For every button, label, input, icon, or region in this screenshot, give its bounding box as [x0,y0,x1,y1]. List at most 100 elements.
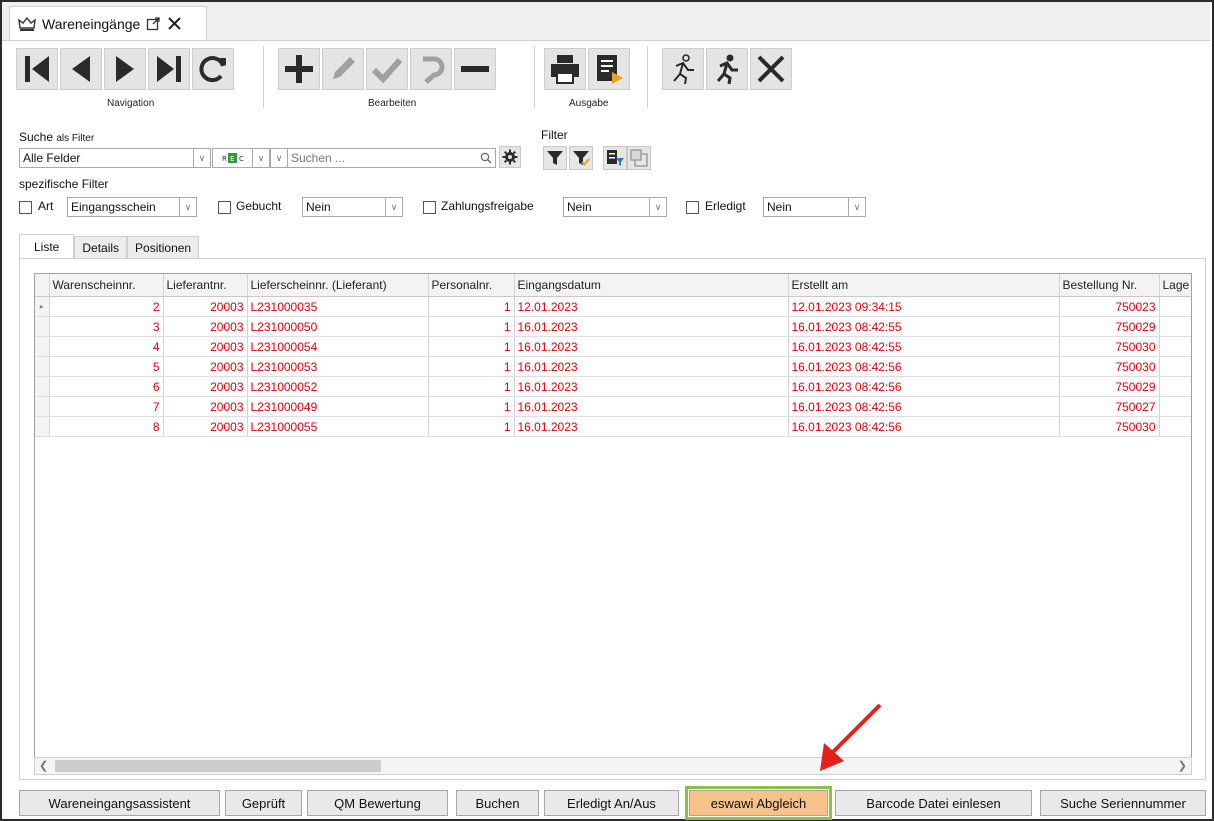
column-header[interactable]: Erstellt am [788,274,1060,297]
erledigt-checkbox[interactable] [686,201,699,214]
filter-grid-button[interactable] [627,146,651,170]
suche-seriennummer-button[interactable]: Suche Seriennummer [1040,790,1206,816]
filter-check-button[interactable] [569,146,593,170]
table-cell[interactable]: 750023 [1059,296,1160,317]
table-cell[interactable]: 16.01.2023 [514,316,789,337]
table-cell[interactable]: 750030 [1059,356,1160,377]
table-cell[interactable]: 20003 [163,416,248,437]
next-record-button[interactable] [104,48,146,90]
table-cell[interactable]: 20003 [163,376,248,397]
table-cell[interactable]: L231000035 [247,296,429,317]
erledigt-toggle-button[interactable]: Erledigt An/Aus [544,790,679,816]
table-cell[interactable]: 20003 [163,336,248,357]
close-tab-icon[interactable] [167,16,182,31]
export-button[interactable] [588,48,630,90]
table-cell[interactable] [1159,416,1191,437]
table-cell[interactable]: 1 [428,336,515,357]
buchen-button[interactable]: Buchen [456,790,539,816]
table-cell[interactable]: 750027 [1059,396,1160,417]
table-cell[interactable]: 16.01.2023 [514,396,789,417]
table-cell[interactable] [1159,296,1191,317]
table-cell[interactable]: 16.01.2023 [514,376,789,397]
table-cell[interactable] [1159,316,1191,337]
tab-details[interactable]: Details [74,236,128,258]
zahlungsfreigabe-select[interactable]: Nein ∨ [563,197,667,217]
run-button[interactable] [662,48,704,90]
table-cell[interactable]: 6 [49,376,164,397]
table-row[interactable]: 8 20003 L231000055 1 16.01.2023 16.01.20… [35,416,1191,437]
table-cell[interactable]: L231000049 [247,396,429,417]
table-cell[interactable]: L231000050 [247,316,429,337]
table-cell[interactable]: 750030 [1059,416,1160,437]
table-cell[interactable]: 2 [49,296,164,317]
table-row[interactable]: 7 20003 L231000049 1 16.01.2023 16.01.20… [35,396,1191,417]
print-button[interactable] [544,48,586,90]
tab-liste[interactable]: Liste [19,234,75,258]
table-cell[interactable]: 1 [428,376,515,397]
delete-record-button[interactable] [454,48,496,90]
table-cell[interactable]: 16.01.2023 [514,336,789,357]
scroll-right-icon[interactable]: ❯ [1178,759,1187,772]
table-row[interactable]: 4 20003 L231000054 1 16.01.2023 16.01.20… [35,336,1191,357]
table-cell[interactable]: 5 [49,356,164,377]
apply-filter-button[interactable] [543,146,567,170]
search-mode-select[interactable]: REC ∨ [212,148,270,168]
column-header[interactable]: Warenscheinnr. [49,274,164,297]
gebucht-checkbox[interactable] [218,201,231,214]
refresh-button[interactable] [192,48,234,90]
tab-positionen[interactable]: Positionen [127,236,200,258]
table-cell[interactable] [1159,376,1191,397]
records-grid[interactable]: Warenscheinnr. Lieferantnr. Lieferschein… [34,273,1192,759]
table-cell[interactable]: L231000054 [247,336,429,357]
last-record-button[interactable] [148,48,190,90]
table-row[interactable]: ▸ 2 20003 L231000035 1 12.01.2023 12.01.… [35,296,1191,317]
table-cell[interactable]: 750029 [1059,376,1160,397]
table-cell[interactable] [1159,356,1191,377]
table-cell[interactable]: 16.01.2023 [514,356,789,377]
barcode-import-button[interactable]: Barcode Datei einlesen [835,790,1032,816]
table-cell[interactable]: 1 [428,396,515,417]
table-row[interactable]: 3 20003 L231000050 1 16.01.2023 16.01.20… [35,316,1191,337]
scroll-left-icon[interactable]: ❮ [39,759,48,772]
edit-record-button[interactable] [322,48,364,90]
table-cell[interactable] [1159,396,1191,417]
table-cell[interactable]: 16.01.2023 08:42:56 [788,376,1060,397]
table-cell[interactable]: 750030 [1059,336,1160,357]
table-cell[interactable]: 20003 [163,316,248,337]
qm-bewertung-button[interactable]: QM Bewertung [307,790,448,816]
table-cell[interactable]: 1 [428,416,515,437]
table-cell[interactable]: 16.01.2023 08:42:56 [788,396,1060,417]
save-record-button[interactable] [366,48,408,90]
table-cell[interactable]: 12.01.2023 09:34:15 [788,296,1060,317]
table-row[interactable]: 6 20003 L231000052 1 16.01.2023 16.01.20… [35,376,1191,397]
column-header[interactable]: Eingangsdatum [514,274,789,297]
table-cell[interactable]: L231000055 [247,416,429,437]
art-select[interactable]: Eingangsschein ∨ [67,197,197,217]
table-cell[interactable]: 8 [49,416,164,437]
document-tab[interactable]: Wareneingänge [9,6,207,40]
geprueft-button[interactable]: Geprüft [225,790,302,816]
table-cell[interactable]: 3 [49,316,164,337]
table-cell[interactable]: 16.01.2023 08:42:55 [788,336,1060,357]
table-cell[interactable]: 7 [49,396,164,417]
column-header[interactable]: Lieferscheinnr. (Lieferant) [247,274,429,297]
search-field-select[interactable]: Alle Felder ∨ [19,148,211,168]
table-cell[interactable]: 20003 [163,296,248,317]
table-cell[interactable]: 1 [428,356,515,377]
column-header[interactable]: Bestellung Nr. [1059,274,1160,297]
search-settings-button[interactable] [499,146,521,168]
table-cell[interactable]: 4 [49,336,164,357]
add-record-button[interactable] [278,48,320,90]
table-cell[interactable]: 1 [428,296,515,317]
search-icon[interactable] [477,152,495,164]
table-cell[interactable]: 12.01.2023 [514,296,789,317]
search-text-input[interactable] [288,150,477,166]
horizontal-scrollbar[interactable]: ❮ ❯ [34,757,1192,775]
table-cell[interactable]: 16.01.2023 08:42:55 [788,316,1060,337]
filter-list-button[interactable] [603,146,627,170]
table-cell[interactable]: 20003 [163,356,248,377]
column-header[interactable]: Lage [1159,274,1191,297]
run-all-button[interactable] [706,48,748,90]
table-cell[interactable]: 1 [428,316,515,337]
previous-record-button[interactable] [60,48,102,90]
